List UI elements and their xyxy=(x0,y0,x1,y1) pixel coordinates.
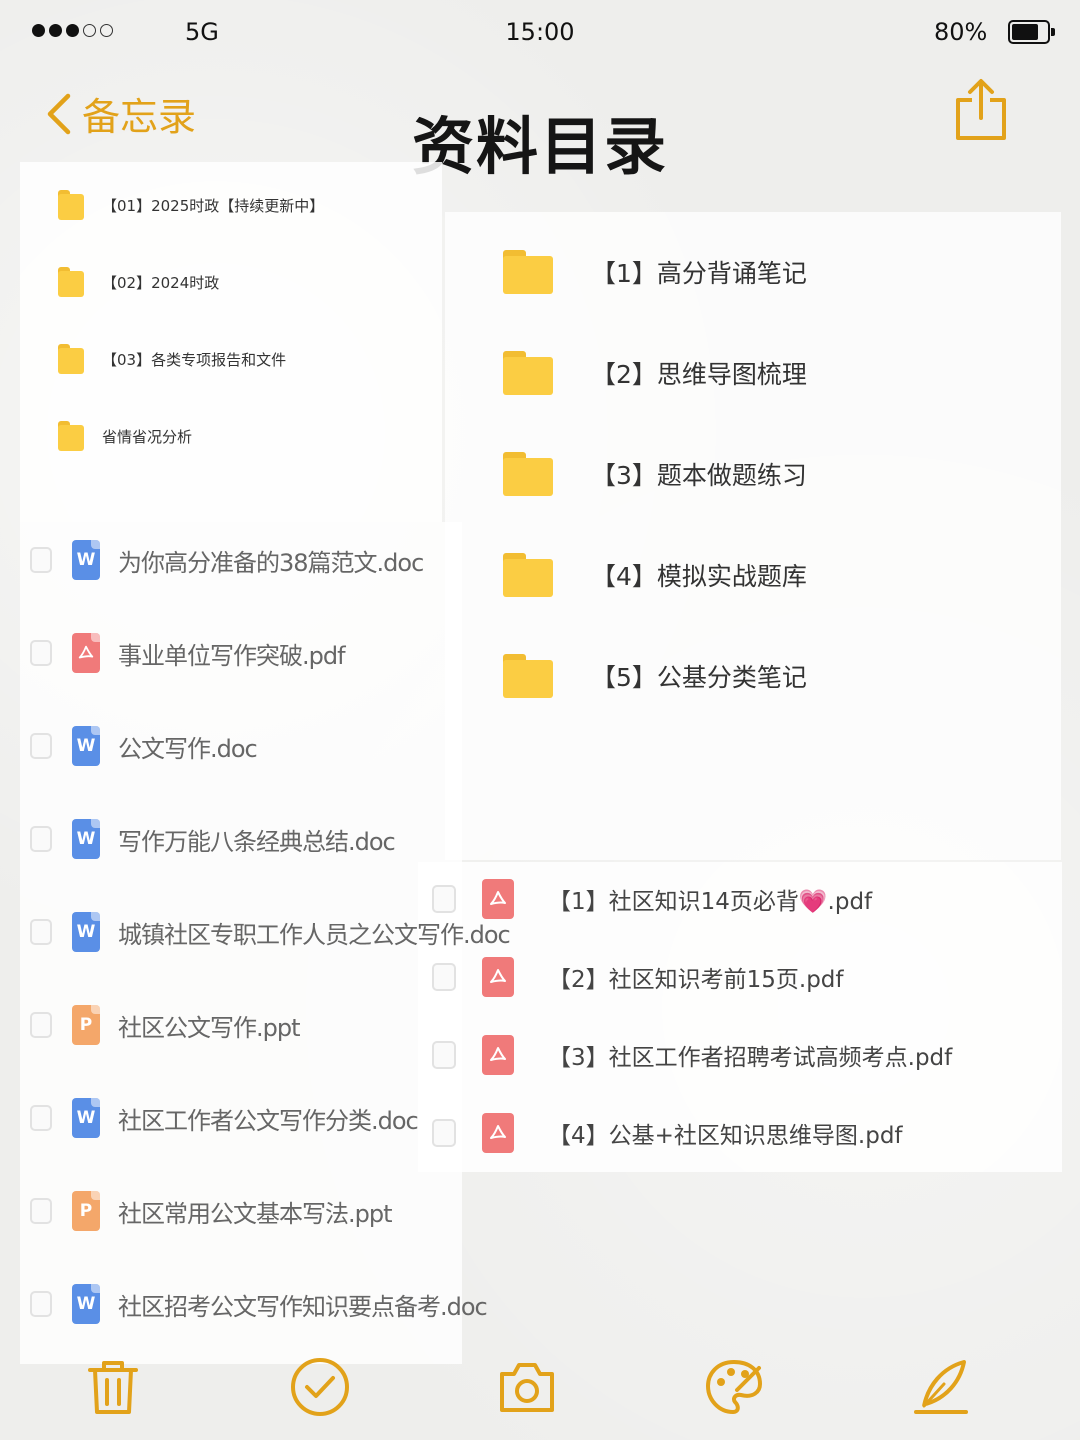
file-name: 城镇社区专职工作人员之公文写作.doc xyxy=(118,920,511,949)
pdf-icon xyxy=(72,633,100,673)
file-checkbox[interactable] xyxy=(30,826,52,852)
file-checkbox[interactable] xyxy=(432,963,456,991)
folder-icon xyxy=(58,344,84,374)
file-name: 【3】社区工作者招聘考试高频考点.pdf xyxy=(548,1045,953,1071)
folder-icon xyxy=(503,553,553,597)
file-row[interactable]: P 社区公文写作.ppt xyxy=(30,1005,301,1045)
powerpoint-icon: P xyxy=(72,1191,100,1231)
file-name: 为你高分准备的38篇范文.doc xyxy=(118,548,424,577)
pdf-file-row[interactable]: 【1】社区知识14页必背💗.pdf xyxy=(432,879,872,919)
pdf-icon xyxy=(482,1113,514,1153)
markup-button[interactable] xyxy=(703,1356,765,1418)
word-doc-icon: W xyxy=(72,540,100,580)
file-checkbox[interactable] xyxy=(30,1105,52,1131)
folder-label: 【03】各类专项报告和文件 xyxy=(102,350,287,369)
share-icon xyxy=(956,79,1006,140)
file-checkbox[interactable] xyxy=(432,1041,456,1069)
pdf-file-row[interactable]: 【4】公基+社区知识思维导图.pdf xyxy=(432,1113,903,1153)
word-doc-icon: W xyxy=(72,1284,100,1324)
folder-icon xyxy=(503,654,553,698)
file-checkbox[interactable] xyxy=(432,885,456,913)
folder-label: 【3】题本做题练习 xyxy=(591,461,807,490)
folder-label: 【5】公基分类笔记 xyxy=(591,663,807,692)
checklist-button[interactable] xyxy=(289,1356,351,1418)
folder-row[interactable]: 【02】2024时政 xyxy=(58,267,219,297)
folder-label: 【2】思维导图梳理 xyxy=(591,360,807,389)
file-checkbox[interactable] xyxy=(30,547,52,573)
file-name: 社区工作者公文写作分类.doc xyxy=(118,1106,419,1135)
folder-row[interactable]: 【4】模拟实战题库 xyxy=(503,553,807,597)
folder-icon xyxy=(503,351,553,395)
delete-button[interactable] xyxy=(82,1356,144,1418)
camera-icon xyxy=(500,1363,554,1412)
folder-icon xyxy=(58,267,84,297)
folder-icon xyxy=(58,421,84,451)
folder-row[interactable]: 【5】公基分类笔记 xyxy=(503,654,807,698)
file-row[interactable]: P 社区常用公文基本写法.ppt xyxy=(30,1191,393,1231)
file-name: 社区招考公文写作知识要点备考.doc xyxy=(118,1292,488,1321)
battery-percentage: 80% xyxy=(934,18,988,46)
pen-icon xyxy=(914,1360,968,1414)
folder-label: 【02】2024时政 xyxy=(102,273,220,292)
folder-panel-right xyxy=(445,212,1061,860)
trash-icon xyxy=(88,1361,138,1414)
file-checkbox[interactable] xyxy=(30,1012,52,1038)
folder-row[interactable]: 【2】思维导图梳理 xyxy=(503,351,807,395)
file-name: 事业单位写作突破.pdf xyxy=(118,641,346,670)
file-row[interactable]: W 社区工作者公文写作分类.doc xyxy=(30,1098,419,1138)
file-checkbox[interactable] xyxy=(30,1291,52,1317)
folder-label: 省情省况分析 xyxy=(102,427,193,446)
file-name: 社区公文写作.ppt xyxy=(118,1013,301,1042)
file-checkbox[interactable] xyxy=(30,1198,52,1224)
pdf-file-row[interactable]: 【2】社区知识考前15页.pdf xyxy=(432,957,844,997)
file-row[interactable]: W 为你高分准备的38篇范文.doc xyxy=(30,540,424,580)
pdf-icon xyxy=(482,879,514,919)
file-row[interactable]: 事业单位写作突破.pdf xyxy=(30,633,346,673)
file-checkbox[interactable] xyxy=(30,640,52,666)
status-bar: 5G 15:00 80% xyxy=(0,0,1080,66)
pdf-icon xyxy=(482,1035,514,1075)
file-row[interactable]: W 社区招考公文写作知识要点备考.doc xyxy=(30,1284,488,1324)
file-name: 【2】社区知识考前15页.pdf xyxy=(548,967,844,993)
folder-row[interactable]: 【3】题本做题练习 xyxy=(503,452,807,496)
folder-row[interactable]: 【1】高分背诵笔记 xyxy=(503,250,807,294)
file-row[interactable]: W 写作万能八条经典总结.doc xyxy=(30,819,396,859)
folder-icon xyxy=(58,190,84,220)
palette-icon xyxy=(706,1360,762,1414)
folder-label: 【1】高分背诵笔记 xyxy=(591,259,807,288)
powerpoint-icon: P xyxy=(72,1005,100,1045)
pdf-file-row[interactable]: 【3】社区工作者招聘考试高频考点.pdf xyxy=(432,1035,952,1075)
word-doc-icon: W xyxy=(72,819,100,859)
folder-icon xyxy=(503,250,553,294)
file-checkbox[interactable] xyxy=(432,1119,456,1147)
folder-label: 【4】模拟实战题库 xyxy=(591,562,807,591)
folder-label: 【01】2025时政【持续更新中】 xyxy=(102,196,325,215)
folder-icon xyxy=(503,452,553,496)
word-doc-icon: W xyxy=(72,1098,100,1138)
file-checkbox[interactable] xyxy=(30,919,52,945)
file-name: 【4】公基+社区知识思维导图.pdf xyxy=(548,1123,903,1149)
battery-icon xyxy=(1008,20,1055,44)
file-checkbox[interactable] xyxy=(30,733,52,759)
pdf-icon xyxy=(482,957,514,997)
checkmark-circle-icon xyxy=(291,1358,349,1416)
file-name: 【1】社区知识14页必背💗.pdf xyxy=(548,889,873,915)
word-doc-icon: W xyxy=(72,912,100,952)
folder-row[interactable]: 【03】各类专项报告和文件 xyxy=(58,344,286,374)
file-row[interactable]: W 公文写作.doc xyxy=(30,726,258,766)
folder-row[interactable]: 省情省况分析 xyxy=(58,421,192,451)
camera-button[interactable] xyxy=(496,1356,558,1418)
file-name: 公文写作.doc xyxy=(118,734,258,763)
status-time: 15:00 xyxy=(505,18,575,46)
file-name: 社区常用公文基本写法.ppt xyxy=(118,1199,393,1228)
folder-row[interactable]: 【01】2025时政【持续更新中】 xyxy=(58,190,324,220)
word-doc-icon: W xyxy=(72,726,100,766)
compose-button[interactable] xyxy=(910,1356,972,1418)
share-button[interactable] xyxy=(952,78,1010,142)
file-name: 写作万能八条经典总结.doc xyxy=(118,827,396,856)
